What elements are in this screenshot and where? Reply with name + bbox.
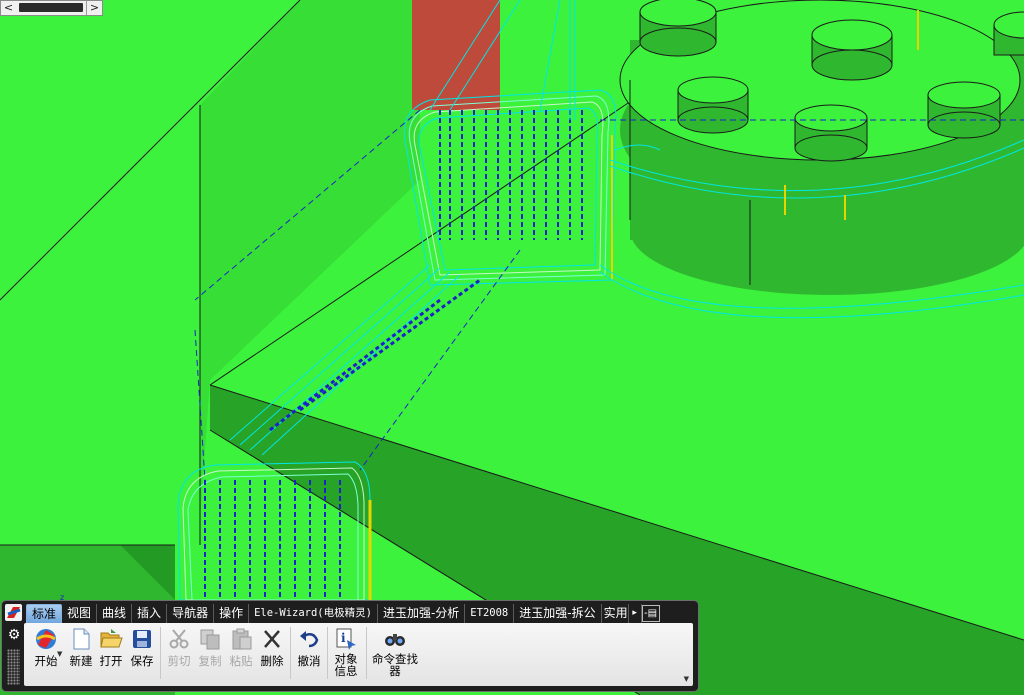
start-label: 开始	[34, 654, 58, 668]
save-label: 保存	[130, 654, 154, 668]
tab-scroll-right-icon[interactable]: ▸	[629, 604, 642, 623]
new-file-icon	[73, 628, 90, 650]
gear-icon[interactable]: ⚙	[6, 627, 22, 643]
ribbon-toolbar: ⚙ 标准 视图 曲线 插入 导航器 操作 Ele-Wizard(电极精灵) 进玉…	[2, 601, 698, 691]
paste-button[interactable]: 粘贴	[226, 623, 256, 683]
scroll-thumb[interactable]	[19, 3, 83, 12]
separator	[366, 627, 367, 679]
ribbon-tabs: 标准 视图 曲线 插入 导航器 操作 Ele-Wizard(电极精灵) 进玉加强…	[26, 604, 692, 625]
paste-clipboard-icon	[232, 628, 252, 650]
separator	[327, 627, 328, 679]
scroll-left-arrow[interactable]: <	[1, 1, 16, 15]
command-finder-label: 命令查找 器	[372, 653, 418, 677]
ribbon-side-strip: ⚙	[2, 601, 24, 691]
scissors-icon	[169, 629, 189, 649]
tab-operation[interactable]: 操作	[214, 604, 250, 623]
cut-button[interactable]: 剪切	[164, 623, 194, 683]
undo-label: 撤消	[297, 654, 321, 668]
tab-insert[interactable]: 插入	[132, 604, 168, 623]
ribbon-minimize-icon[interactable]: -▤	[641, 605, 660, 622]
copy-button[interactable]: 复制	[195, 623, 225, 683]
tab-analysis[interactable]: 进玉加强-分析	[378, 604, 466, 623]
command-finder-button[interactable]: 命令查找 器	[369, 623, 421, 683]
tab-ele-wizard[interactable]: Ele-Wizard(电极精灵)	[249, 604, 378, 623]
new-button[interactable]: 新建	[66, 623, 96, 683]
object-info-button[interactable]: i 对象 信息	[329, 623, 363, 683]
new-label: 新建	[69, 654, 93, 668]
tab-view[interactable]: 视图	[62, 604, 98, 623]
delete-label: 删除	[260, 654, 284, 668]
tab-curve[interactable]: 曲线	[97, 604, 133, 623]
info-icon: i	[336, 628, 356, 650]
tab-electrode-split[interactable]: 进玉加强-拆公	[514, 604, 602, 623]
object-info-label: 对象 信息	[335, 653, 358, 677]
nx-logo-icon[interactable]	[5, 604, 22, 621]
tab-utility[interactable]: 实用	[602, 604, 629, 623]
cut-label: 剪切	[167, 654, 191, 668]
save-button[interactable]: 保存	[127, 623, 157, 683]
delete-x-icon	[264, 630, 280, 648]
panel-options-icon[interactable]: ▼	[684, 675, 689, 683]
svg-text:i: i	[341, 631, 346, 645]
paste-label: 粘贴	[229, 654, 253, 668]
start-icon	[36, 629, 56, 649]
open-label: 打开	[99, 654, 123, 668]
object-info-label-line2: 信息	[334, 664, 358, 678]
tab-et2008[interactable]: ET2008	[465, 604, 515, 623]
start-dropdown-icon[interactable]: ▼	[57, 650, 62, 658]
ribbon-panel: 开始 ▼ 新建 打开 保存 剪切 复制 粘贴 删除 撤消 i 对象 信息 命令查…	[24, 623, 693, 686]
copy-label: 复制	[198, 654, 222, 668]
tab-navigator[interactable]: 导航器	[167, 604, 215, 623]
copy-icon	[200, 629, 220, 650]
model-graphics: z	[0, 0, 1024, 695]
delete-button[interactable]: 删除	[257, 623, 287, 683]
undo-button[interactable]: 撤消	[294, 623, 324, 683]
separator	[290, 627, 291, 679]
undo-arrow-icon	[300, 631, 319, 648]
command-finder-label-line2: 器	[389, 664, 401, 678]
separator	[160, 627, 161, 679]
save-disk-icon	[133, 630, 151, 648]
open-folder-icon	[100, 629, 123, 648]
cad-viewport[interactable]: z	[0, 0, 1024, 695]
horizontal-scrollbar[interactable]: < >	[0, 0, 103, 16]
ribbon-grip-handle[interactable]	[7, 649, 20, 685]
scroll-right-arrow[interactable]: >	[86, 1, 102, 15]
tab-standard[interactable]: 标准	[26, 604, 63, 625]
binoculars-icon	[385, 634, 405, 646]
open-button[interactable]: 打开	[96, 623, 126, 683]
